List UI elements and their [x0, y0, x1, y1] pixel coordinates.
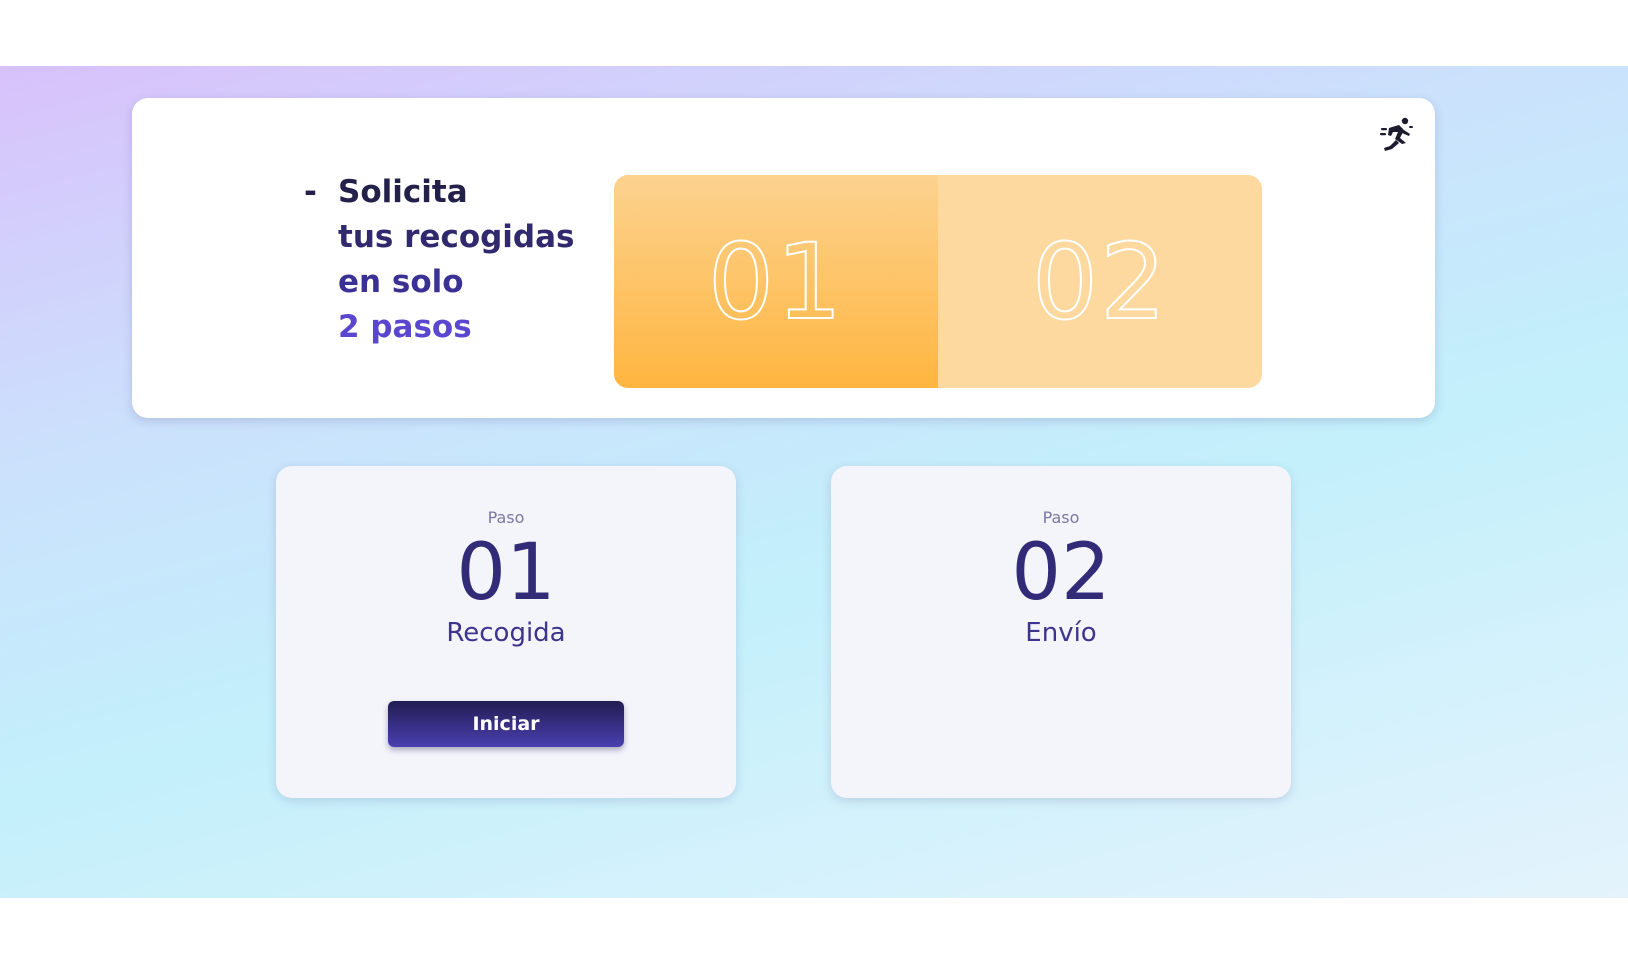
- banner-step-2-number: 02: [1031, 220, 1169, 344]
- step-card-recogida: Paso 01 Recogida Iniciar: [276, 466, 736, 798]
- hero-dash: -: [304, 174, 317, 210]
- hero-title-line-4: 2 pasos: [338, 309, 472, 345]
- hero-title-line-3: en solo: [338, 264, 464, 300]
- banner-step-1-number: 01: [707, 220, 845, 344]
- start-button[interactable]: Iniciar: [388, 701, 624, 747]
- banner-step-1: 01: [614, 175, 938, 388]
- steps-progress-banner: 01 02: [614, 175, 1262, 388]
- step-label: Paso: [1042, 508, 1080, 527]
- runner-icon: [1380, 117, 1413, 151]
- hero-title-line-2: tus recogidas: [338, 219, 575, 255]
- banner-step-2: 02: [938, 175, 1262, 388]
- step-label: Paso: [487, 508, 525, 527]
- step-number: 02: [1011, 528, 1111, 618]
- step-name: Recogida: [446, 618, 566, 648]
- step-number: 01: [456, 528, 556, 618]
- hero-heading: - Solicita tus recogidas en solo 2 pasos: [304, 170, 575, 350]
- step-card-envio: Paso 02 Envío: [831, 466, 1291, 798]
- hero-title-line-1: Solicita: [338, 174, 468, 210]
- step-name: Envío: [1025, 618, 1097, 648]
